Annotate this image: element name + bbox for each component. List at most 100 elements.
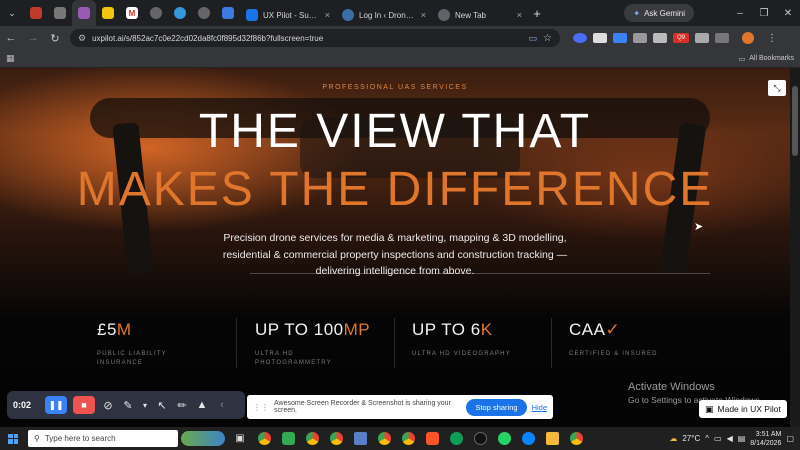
stat-label: CERTIFIED & INSURED: [569, 351, 658, 357]
taskbar-app[interactable]: [398, 431, 418, 446]
taskbar-app[interactable]: [302, 431, 322, 446]
stat-divider: [394, 318, 395, 368]
new-tab-button[interactable]: +: [528, 6, 546, 21]
page-scrollbar[interactable]: [790, 68, 800, 427]
pinned-tab[interactable]: [216, 0, 240, 26]
tab-new-tab[interactable]: New Tab ×: [432, 4, 528, 26]
stat-accent: M: [116, 320, 132, 339]
shield-icon[interactable]: [593, 33, 607, 43]
pen-tool-icon[interactable]: ✏: [175, 399, 189, 412]
puzzle-icon[interactable]: [695, 33, 709, 43]
extensions-area: Q9 ⋮: [570, 32, 777, 44]
language-icon[interactable]: ▤: [738, 434, 746, 443]
taskbar-app[interactable]: [566, 431, 586, 446]
hide-link[interactable]: Hide: [532, 403, 547, 412]
taskbar-search[interactable]: ⚲ Type here to search: [28, 430, 178, 447]
cast-icon[interactable]: ▭: [529, 33, 538, 44]
taskbar-app[interactable]: [374, 431, 394, 446]
start-button[interactable]: [0, 433, 26, 444]
app-icon: [449, 432, 463, 445]
pinned-tab[interactable]: [72, 0, 96, 26]
stop-sharing-button[interactable]: Stop sharing: [466, 398, 527, 416]
extension-icon[interactable]: [653, 33, 667, 43]
favicon-icon: [150, 7, 162, 19]
chevron-down-icon[interactable]: ▾: [141, 401, 149, 410]
taskbar-app[interactable]: [446, 431, 466, 446]
stat-divider: [236, 318, 237, 368]
gmail-icon: M: [126, 7, 138, 19]
pinned-tab[interactable]: [24, 0, 48, 26]
extension-icon[interactable]: [573, 33, 587, 43]
taskbar-app[interactable]: [518, 431, 538, 446]
taskbar-app[interactable]: [470, 431, 490, 446]
tab-ux-pilot[interactable]: UX Pilot - Superfast U ×: [240, 4, 336, 26]
taskbar-app[interactable]: [494, 431, 514, 446]
pinned-tab[interactable]: M: [120, 0, 144, 26]
taskbar-app[interactable]: [254, 431, 274, 446]
pinned-tab[interactable]: [48, 0, 72, 26]
taskbar-app[interactable]: [326, 431, 346, 446]
extension-icon[interactable]: [633, 33, 647, 43]
volume-icon[interactable]: ◀: [727, 434, 733, 443]
ask-gemini-button[interactable]: ✦ Ask Gemini: [624, 4, 694, 22]
menu-icon[interactable]: ⋮: [767, 33, 777, 44]
ux-pilot-favicon-icon: [246, 9, 258, 21]
highlighter-icon[interactable]: ▲: [195, 399, 209, 411]
url-text[interactable]: uxpilot.ai/s/852ac7c0e22cd02da8fc0f895d3…: [92, 34, 323, 43]
tab-drone-login[interactable]: Log In ‹ Drone Servic ×: [336, 4, 432, 26]
chevron-down-icon: ⌄: [8, 7, 16, 18]
close-icon[interactable]: ×: [421, 10, 426, 20]
chevron-up-icon[interactable]: ^: [705, 434, 709, 443]
stat-value: £5: [97, 320, 117, 339]
search-highlight-image[interactable]: [180, 431, 226, 446]
all-bookmarks-button[interactable]: ▭ All Bookmarks: [739, 55, 794, 63]
clock[interactable]: 3:51 AM 8/14/2026: [750, 430, 781, 448]
back-button[interactable]: ←: [0, 32, 22, 44]
apps-grid-icon[interactable]: ▦: [6, 53, 15, 64]
restore-button[interactable]: ❐: [752, 8, 776, 19]
record-extension-icon[interactable]: Q9: [673, 33, 689, 43]
pinned-tab[interactable]: [144, 0, 168, 26]
close-window-button[interactable]: ✕: [776, 8, 800, 19]
tab-search-button[interactable]: ⌄: [0, 0, 24, 26]
pause-button[interactable]: ❚❚: [45, 396, 67, 414]
close-icon[interactable]: ×: [517, 10, 522, 20]
made-in-ux-pilot-badge[interactable]: ▣ Made in UX Pilot: [699, 400, 787, 418]
forward-button[interactable]: →: [22, 32, 44, 44]
cursor-tool-icon[interactable]: ↖: [155, 399, 169, 412]
network-icon[interactable]: ▭: [714, 434, 722, 443]
close-icon[interactable]: ×: [325, 10, 330, 20]
notifications-icon[interactable]: ▢: [786, 434, 794, 443]
taskbar-app[interactable]: [278, 431, 298, 446]
extension-icon[interactable]: [715, 33, 729, 43]
scrollbar-thumb[interactable]: [792, 86, 798, 156]
stop-record-button[interactable]: ■: [73, 396, 95, 414]
task-view-button[interactable]: ▣: [230, 431, 250, 446]
weather-icon[interactable]: ☁: [669, 434, 677, 443]
pinned-tab[interactable]: [96, 0, 120, 26]
address-bar[interactable]: ⚙ uxpilot.ai/s/852ac7c0e22cd02da8fc0f895…: [70, 29, 560, 47]
gemini-icon: ✦: [633, 8, 641, 18]
stat-value: UP TO 100: [255, 320, 344, 339]
site-info-icon[interactable]: ⚙: [78, 33, 86, 44]
reload-button[interactable]: ↻: [44, 32, 66, 45]
avatar[interactable]: [742, 32, 754, 44]
minimize-button[interactable]: –: [728, 8, 752, 19]
pinned-tab[interactable]: [192, 0, 216, 26]
mic-off-icon[interactable]: ✎: [121, 399, 135, 412]
stat-videography: UP TO 6K ULTRA HD VIDEOGRAPHY: [412, 320, 562, 359]
chrome-icon: [377, 432, 391, 445]
camera-off-icon[interactable]: ⊘: [101, 399, 115, 412]
taskbar-app[interactable]: [350, 431, 370, 446]
taskbar-app[interactable]: [542, 431, 562, 446]
extension-icon[interactable]: [613, 33, 627, 43]
taskbar-app[interactable]: [422, 431, 442, 446]
bookmark-star-icon[interactable]: ☆: [543, 33, 552, 44]
exit-fullscreen-button[interactable]: ⤡: [768, 80, 786, 96]
drag-handle-icon[interactable]: ⋮⋮: [253, 403, 269, 412]
pinned-tab[interactable]: [168, 0, 192, 26]
tab-strip: ⌄ M UX Pilot - Superfast U × Log In ‹ Dr…: [0, 0, 800, 26]
collapse-toolbar-icon[interactable]: ‹: [215, 399, 229, 411]
weather-temp[interactable]: 27°C: [682, 434, 700, 443]
app-icon: [353, 432, 367, 445]
